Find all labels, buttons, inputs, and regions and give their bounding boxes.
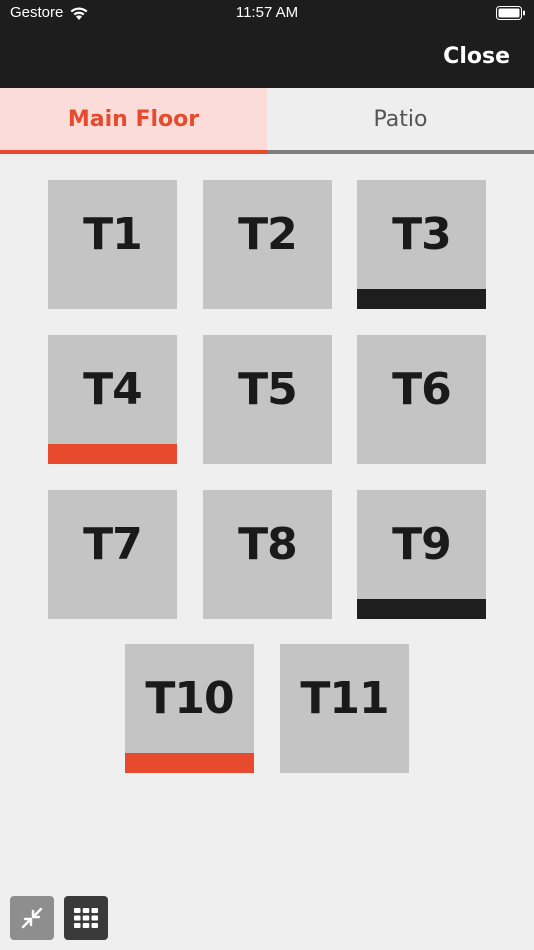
table-t5[interactable]: T5: [203, 335, 332, 464]
table-status-indicator: [357, 599, 486, 619]
table-t1[interactable]: T1: [48, 180, 177, 309]
table-label: T4: [83, 364, 143, 415]
table-status-indicator: [48, 444, 177, 464]
table-label: T8: [238, 519, 298, 570]
grid-view-button[interactable]: [64, 896, 108, 940]
tab-main-floor[interactable]: Main Floor: [0, 88, 267, 154]
table-t7[interactable]: T7: [48, 490, 177, 619]
table-label: T11: [300, 673, 389, 724]
table-label: T3: [392, 209, 452, 260]
table-label: T1: [83, 209, 143, 260]
close-button[interactable]: Close: [443, 44, 510, 69]
tab-patio[interactable]: Patio: [267, 88, 534, 154]
collapse-button[interactable]: [10, 896, 54, 940]
table-t9[interactable]: T9: [357, 490, 486, 619]
table-status-indicator: [357, 289, 486, 309]
table-status-indicator: [125, 753, 254, 773]
table-label: T7: [83, 519, 143, 570]
table-label: T6: [392, 364, 452, 415]
top-bar: Gestore 11:57 AM Close: [0, 0, 534, 88]
table-label: T10: [145, 673, 234, 724]
table-label: T9: [392, 519, 452, 570]
floor-tabs: Main Floor Patio: [0, 88, 534, 154]
collapse-arrows-icon: [21, 907, 43, 929]
battery-icon: [496, 6, 525, 20]
table-t6[interactable]: T6: [357, 335, 486, 464]
table-t10[interactable]: T10: [125, 644, 254, 773]
table-t8[interactable]: T8: [203, 490, 332, 619]
status-time: 11:57 AM: [235, 4, 299, 21]
table-label: T5: [238, 364, 298, 415]
table-t4[interactable]: T4: [48, 335, 177, 464]
table-t3[interactable]: T3: [357, 180, 486, 309]
table-t11[interactable]: T11: [280, 644, 409, 773]
table-t2[interactable]: T2: [203, 180, 332, 309]
table-label: T2: [238, 209, 298, 260]
grid-icon: [74, 908, 98, 928]
